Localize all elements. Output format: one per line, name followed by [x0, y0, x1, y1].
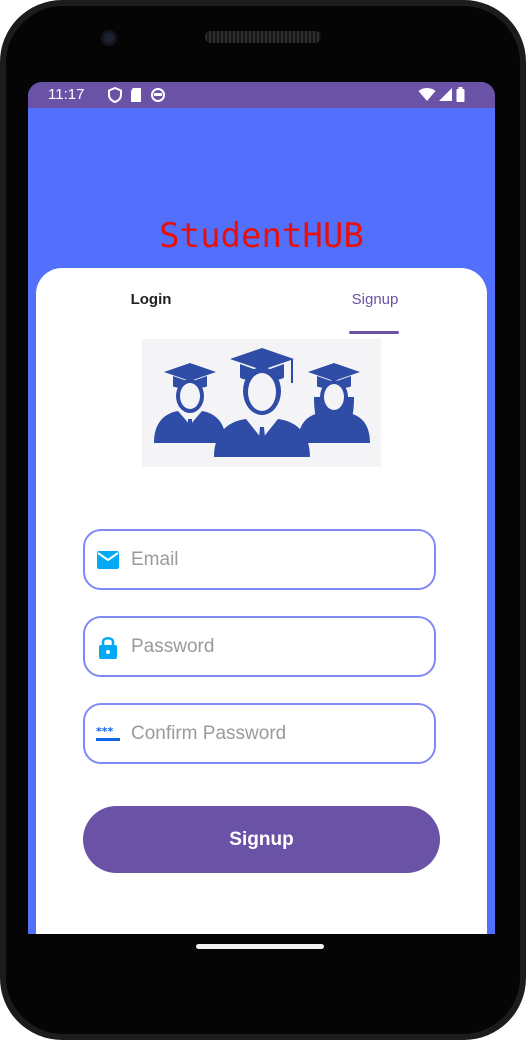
graduates-icon [154, 348, 370, 457]
battery-icon [456, 87, 465, 102]
sd-card-icon [131, 88, 141, 102]
tab-indicator [349, 331, 399, 334]
home-indicator[interactable] [196, 944, 324, 949]
email-field[interactable] [83, 529, 436, 590]
shield-icon [108, 87, 122, 103]
app-title: StudentHUB [159, 216, 364, 256]
wifi-icon [418, 88, 436, 101]
auth-card: Login Signup Email *** Signup [36, 268, 487, 934]
status-bar: 11:17 [28, 82, 495, 108]
email-input[interactable] [131, 541, 421, 579]
signup-button[interactable]: Signup [83, 806, 440, 873]
email-icon [97, 551, 119, 569]
sync-icon [151, 88, 165, 102]
password-dots-icon: *** [96, 725, 120, 741]
phone-frame: 11:17 StudentHUB Login Signup Email *** … [0, 0, 526, 1040]
earpiece-speaker [205, 31, 321, 43]
tab-login[interactable]: Login [106, 291, 196, 308]
password-field[interactable] [83, 616, 436, 677]
signal-icon [439, 88, 452, 101]
status-time: 11:17 [48, 86, 85, 103]
front-camera [101, 30, 117, 46]
confirm-password-field[interactable]: *** [83, 703, 436, 764]
app-screen: 11:17 StudentHUB Login Signup Email *** … [28, 82, 495, 934]
tab-signup[interactable]: Signup [330, 291, 420, 308]
graduates-illustration [142, 339, 381, 467]
confirm-password-input[interactable] [131, 715, 421, 753]
lock-icon [99, 637, 117, 659]
svg-text:***: *** [96, 725, 114, 738]
password-input[interactable] [131, 628, 421, 666]
